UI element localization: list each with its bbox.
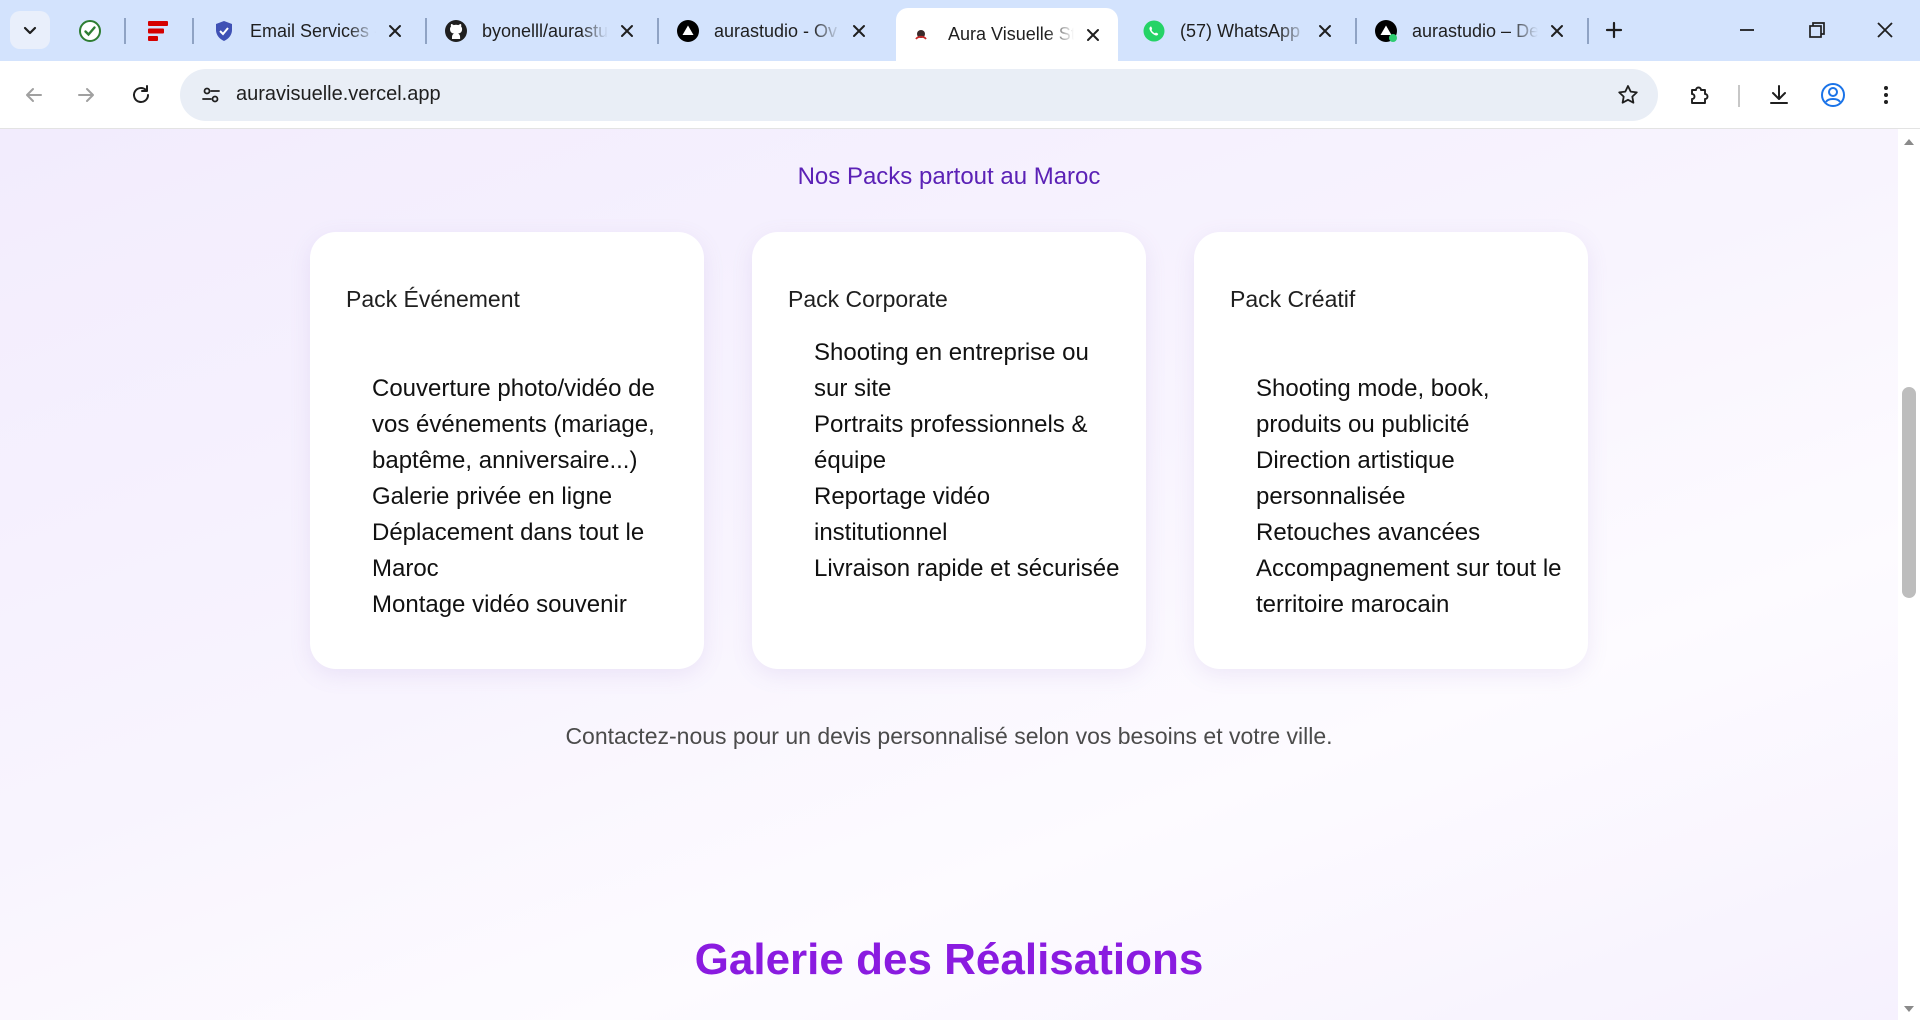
vercel-icon: [676, 19, 700, 43]
close-window-button[interactable]: [1850, 4, 1920, 56]
bookmark-button[interactable]: [1612, 79, 1644, 111]
reload-icon: [133, 85, 149, 103]
scroll-down-arrow[interactable]: [1901, 1001, 1917, 1017]
pack-feature: Shooting en entreprise ou sur site: [814, 339, 1089, 402]
restore-button[interactable]: [1782, 4, 1852, 56]
pack-card-creatif: Pack Créatif Shooting mode, book, produi…: [1194, 232, 1588, 669]
chevron-down-icon: [23, 26, 37, 35]
close-icon[interactable]: [1082, 24, 1104, 46]
close-icon[interactable]: [384, 20, 406, 42]
tab-title: byonelll/aurastu: [482, 20, 608, 41]
minimize-button[interactable]: [1712, 4, 1782, 56]
tab-whatsapp[interactable]: (57) WhatsApp: [1128, 10, 1350, 52]
pack-features: Couverture photo/vidéo de vos événements…: [372, 371, 686, 623]
puzzle-icon: [1691, 86, 1709, 104]
pack-feature: Portraits professionnels & équipe: [814, 411, 1088, 474]
tab-pinned-1[interactable]: [62, 10, 118, 52]
pack-card-corporate: Pack Corporate Shooting en entreprise ou…: [752, 232, 1146, 669]
aura-icon: [910, 23, 934, 47]
tab-pinned-2[interactable]: [130, 10, 186, 52]
more-vert-icon: [1884, 86, 1888, 104]
tab-title: Email Services -: [250, 20, 376, 41]
star-icon: [1618, 85, 1638, 104]
pack-title: Pack Événement: [346, 286, 520, 312]
close-icon[interactable]: [616, 20, 638, 42]
pack-features: Shooting en entreprise ou sur site Portr…: [814, 335, 1128, 587]
github-icon: [444, 19, 468, 43]
download-icon: [1770, 85, 1788, 104]
triangle-down-icon: [1904, 1006, 1914, 1012]
pack-feature: Reportage vidéo institutionnel: [814, 483, 991, 546]
pack-feature: Couverture photo/vidéo de vos événements…: [372, 375, 655, 474]
site-info-button[interactable]: [192, 76, 230, 114]
tab-github[interactable]: byonelll/aurastu: [430, 10, 652, 52]
arrow-left-icon: [26, 88, 42, 102]
profile-button[interactable]: [1813, 75, 1853, 115]
tab-email-services[interactable]: Email Services -: [198, 10, 420, 52]
close-icon[interactable]: [1314, 20, 1336, 42]
arrow-right-icon: [78, 88, 94, 102]
tab-strip: Email Services - byonelll/aurastu aurast…: [0, 0, 1920, 61]
new-tab-button[interactable]: [1596, 12, 1632, 48]
tab-title: aurastudio - Ov: [714, 20, 838, 41]
forward-button[interactable]: [66, 75, 106, 115]
red-stack-icon: [146, 19, 170, 43]
scrollbar-thumb[interactable]: [1902, 387, 1916, 598]
contact-note: Contactez-nous pour un devis personnalis…: [565, 723, 1333, 749]
packs-subtitle: Nos Packs partout au Maroc: [797, 163, 1101, 190]
tab-aura-visuelle[interactable]: Aura Visuelle St: [896, 8, 1118, 61]
address-bar[interactable]: auravisuelle.vercel.app: [180, 69, 1658, 121]
vercel-icon: [1374, 19, 1398, 43]
extensions-button[interactable]: [1680, 75, 1720, 115]
tune-icon: [202, 87, 220, 103]
tab-title: Aura Visuelle St: [948, 24, 1074, 44]
downloads-button[interactable]: [1759, 75, 1799, 115]
account-icon: [1821, 83, 1845, 107]
browser-toolbar: auravisuelle.vercel.app: [0, 61, 1920, 129]
tab-search-button[interactable]: [10, 11, 50, 49]
pack-title: Pack Créatif: [1230, 286, 1356, 312]
page-scrollbar[interactable]: [1898, 129, 1920, 1020]
pack-feature: Livraison rapide et sécurisée: [814, 555, 1120, 582]
pack-card-evenement: Pack Événement Couverture photo/vidéo de…: [310, 232, 704, 669]
pack-feature: Direction artistique personnalisée: [1256, 447, 1455, 510]
back-button[interactable]: [14, 75, 54, 115]
menu-button[interactable]: [1866, 75, 1906, 115]
tab-aurastudio-deployments[interactable]: aurastudio – De: [1360, 10, 1582, 52]
whatsapp-icon: [1142, 19, 1166, 43]
pack-feature: Montage vidéo souvenir: [372, 591, 627, 618]
scroll-up-arrow[interactable]: [1901, 134, 1917, 150]
pack-feature: Galerie privée en ligne: [372, 483, 613, 510]
reload-button[interactable]: [121, 75, 161, 115]
pack-title: Pack Corporate: [788, 286, 948, 312]
restore-icon: [1809, 22, 1825, 38]
close-icon[interactable]: [848, 20, 870, 42]
pack-feature: Retouches avancées: [1256, 519, 1481, 546]
pack-features: Shooting mode, book, produits ou publici…: [1256, 371, 1570, 623]
plus-icon: [1605, 21, 1623, 39]
page-viewport: Nos Packs partout au Maroc Pack Événemen…: [0, 129, 1898, 1020]
circle-check-icon: [78, 19, 102, 43]
gallery-heading: Galerie des Réalisations: [694, 935, 1204, 984]
tab-title: (57) WhatsApp: [1180, 20, 1301, 41]
minimize-icon: [1740, 29, 1754, 31]
pack-feature: Shooting mode, book, produits ou publici…: [1256, 375, 1490, 438]
triangle-up-icon: [1904, 139, 1914, 145]
shield-icon: [212, 19, 236, 43]
tab-title: aurastudio – De: [1412, 20, 1538, 41]
pack-feature: Accompagnement sur tout le territoire ma…: [1256, 555, 1562, 618]
tab-aurastudio-overview[interactable]: aurastudio - Ov: [662, 10, 884, 52]
close-icon[interactable]: [1546, 20, 1568, 42]
close-icon: [1877, 22, 1893, 38]
url-text[interactable]: auravisuelle.vercel.app: [236, 83, 441, 106]
pack-feature: Déplacement dans tout le Maroc: [372, 519, 645, 582]
